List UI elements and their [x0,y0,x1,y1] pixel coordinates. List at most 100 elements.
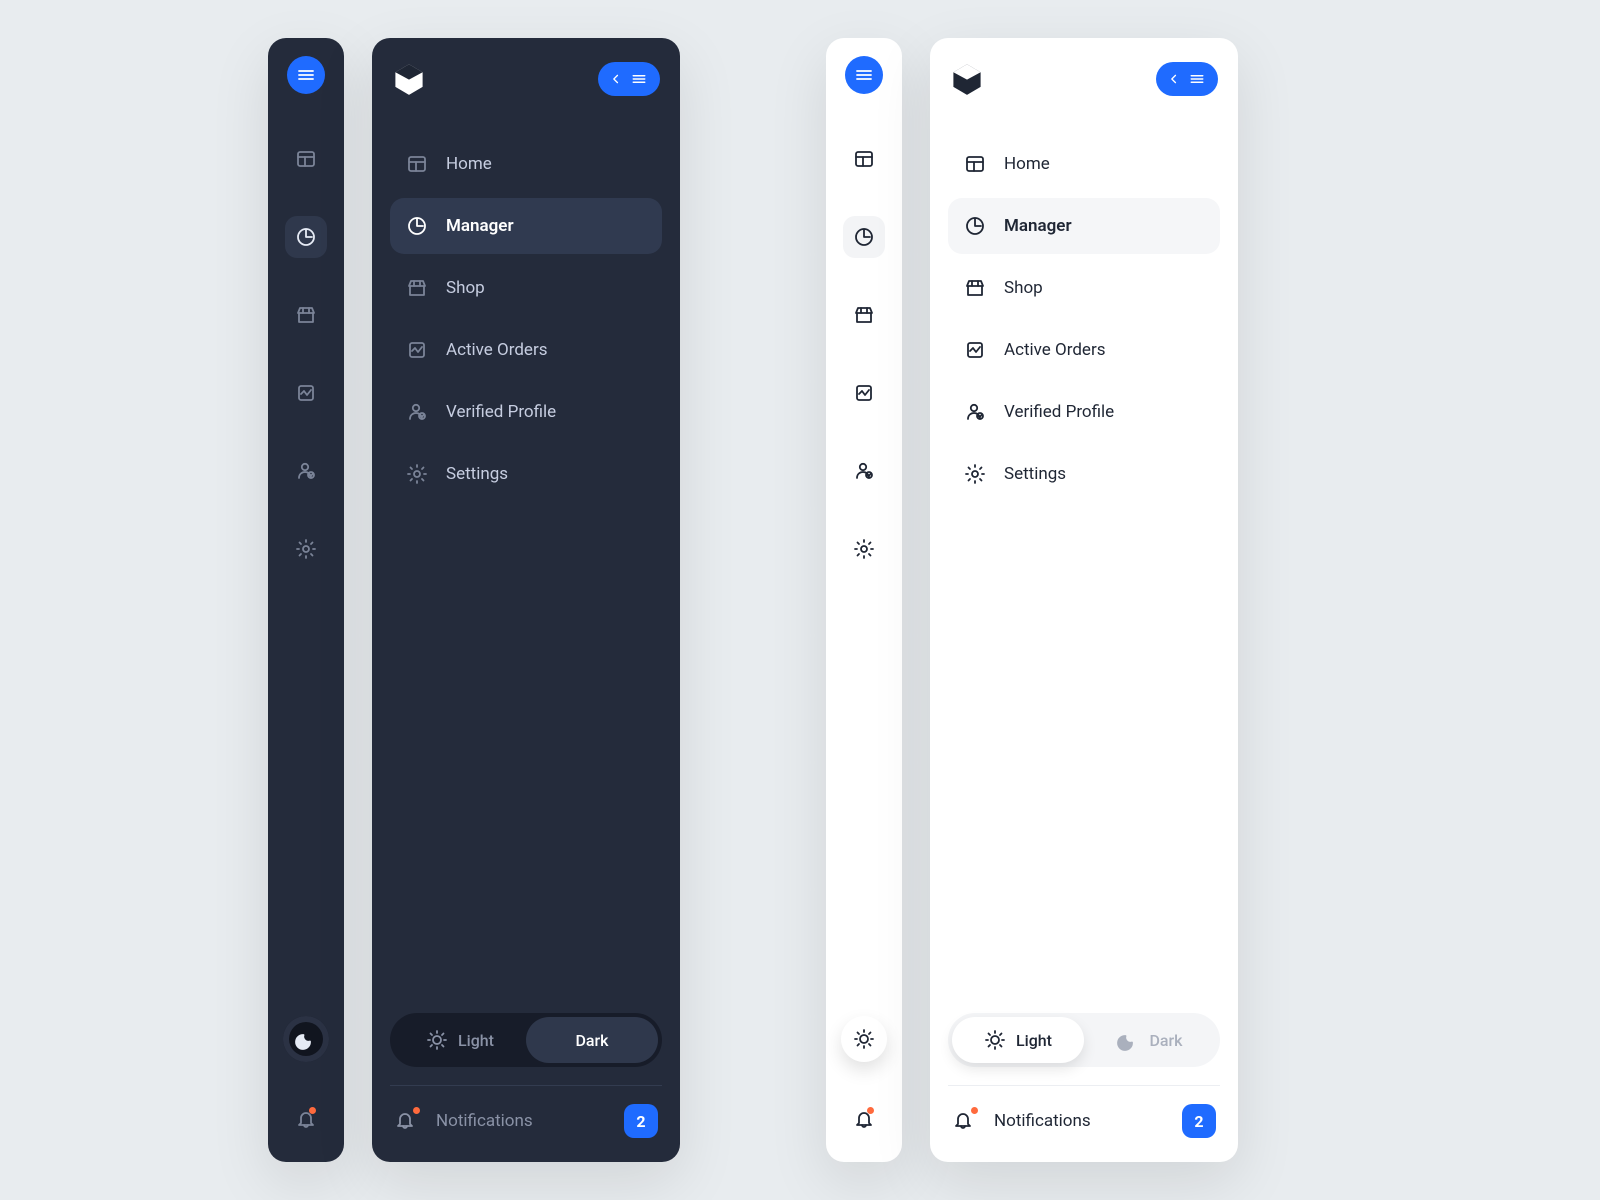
moon-icon [295,1028,317,1050]
nav-item-settings[interactable]: Settings [948,446,1220,502]
nav-item-manager[interactable]: Manager [948,198,1220,254]
notifications-button-mini[interactable] [285,1098,327,1140]
nav-label: Shop [1004,278,1043,298]
rail-item-home[interactable] [843,138,885,180]
logo-icon [392,62,426,96]
nav-item-shop[interactable]: Shop [948,260,1220,316]
nav-item-profile[interactable]: Verified Profile [390,384,662,440]
logo-icon [950,62,984,96]
nav-label: Home [1004,154,1050,174]
rail-item-settings[interactable] [285,528,327,570]
shop-icon [853,304,875,326]
nav-label: Active Orders [446,340,547,360]
menu-icon [1188,70,1206,88]
nav-item-manager[interactable]: Manager [390,198,662,254]
theme-light-button[interactable]: Light [394,1017,526,1063]
settings-icon [295,538,317,560]
sidebar-collapsed-light [826,38,902,1162]
theme-label: Light [1016,1031,1052,1050]
sun-icon [853,1028,875,1050]
rail-item-orders[interactable] [843,372,885,414]
sun-icon [426,1029,448,1051]
bell-icon-wrap [952,1109,976,1133]
nav-item-orders[interactable]: Active Orders [390,322,662,378]
shop-icon [406,277,428,299]
orders-icon [406,339,428,361]
notifications-row[interactable]: Notifications 2 [390,1102,662,1140]
rail-item-shop[interactable] [285,294,327,336]
nav-label: Settings [446,464,508,484]
theme-toggle-mini[interactable] [283,1016,329,1062]
menu-icon [295,64,317,86]
notifications-button-mini[interactable] [843,1098,885,1140]
manager-icon [406,215,428,237]
rail-item-profile[interactable] [843,450,885,492]
shop-icon [964,277,986,299]
sidebar-expanded-light: Home Manager Shop Active Orders Verified… [930,38,1238,1162]
rail-item-orders[interactable] [285,372,327,414]
theme-toggle-mini[interactable] [841,1016,887,1062]
sun-icon [984,1029,1006,1051]
moon-icon [1117,1029,1139,1051]
notification-dot [413,1107,420,1114]
orders-icon [964,339,986,361]
nav-label: Shop [446,278,485,298]
nav-item-orders[interactable]: Active Orders [948,322,1220,378]
profile-icon [964,401,986,423]
theme-label: Dark [575,1031,608,1050]
notifications-row[interactable]: Notifications 2 [948,1102,1220,1140]
manager-icon [964,215,986,237]
nav-item-profile[interactable]: Verified Profile [948,384,1220,440]
nav-item-home[interactable]: Home [948,136,1220,192]
settings-icon [853,538,875,560]
nav-label: Active Orders [1004,340,1105,360]
notifications-label: Notifications [994,1111,1164,1131]
menu-button[interactable] [287,56,325,94]
rail-item-profile[interactable] [285,450,327,492]
manager-icon [853,226,875,248]
rail-item-home[interactable] [285,138,327,180]
theme-light-button[interactable]: Light [952,1017,1084,1063]
settings-icon [964,463,986,485]
orders-icon [853,382,875,404]
nav-item-shop[interactable]: Shop [390,260,662,316]
sidebar-collapsed-dark [268,38,344,1162]
nav-list: Home Manager Shop Active Orders Verified… [948,136,1220,502]
orders-icon [295,382,317,404]
nav-label: Manager [1004,216,1072,236]
nav-label: Verified Profile [446,402,556,422]
notifications-label: Notifications [436,1111,606,1131]
notification-dot [309,1107,316,1114]
menu-icon [630,70,648,88]
notifications-badge: 2 [624,1104,658,1138]
home-icon [295,148,317,170]
rail-item-shop[interactable] [843,294,885,336]
rail-item-settings[interactable] [843,528,885,570]
menu-button[interactable] [845,56,883,94]
nav-label: Verified Profile [1004,402,1114,422]
nav-item-settings[interactable]: Settings [390,446,662,502]
nav-label: Settings [1004,464,1066,484]
nav-label: Home [446,154,492,174]
divider [390,1085,662,1086]
nav-list: Home Manager Shop Active Orders Verified… [390,136,662,502]
nav-item-home[interactable]: Home [390,136,662,192]
theme-label: Dark [1149,1031,1182,1050]
home-icon [853,148,875,170]
shop-icon [295,304,317,326]
notifications-badge: 2 [1182,1104,1216,1138]
collapse-button[interactable] [598,62,660,96]
profile-icon [853,460,875,482]
collapse-button[interactable] [1156,62,1218,96]
theme-dark-button[interactable]: Dark [526,1017,658,1063]
rail-item-manager[interactable] [285,216,327,258]
theme-dark-button[interactable]: Dark [1084,1017,1216,1063]
theme-toggle: Light Dark [390,1013,662,1067]
menu-icon [853,64,875,86]
rail-item-manager[interactable] [843,216,885,258]
profile-icon [295,460,317,482]
chevron-left-icon [608,71,624,87]
manager-icon [295,226,317,248]
bell-icon-wrap [394,1109,418,1133]
theme-toggle: Light Dark [948,1013,1220,1067]
